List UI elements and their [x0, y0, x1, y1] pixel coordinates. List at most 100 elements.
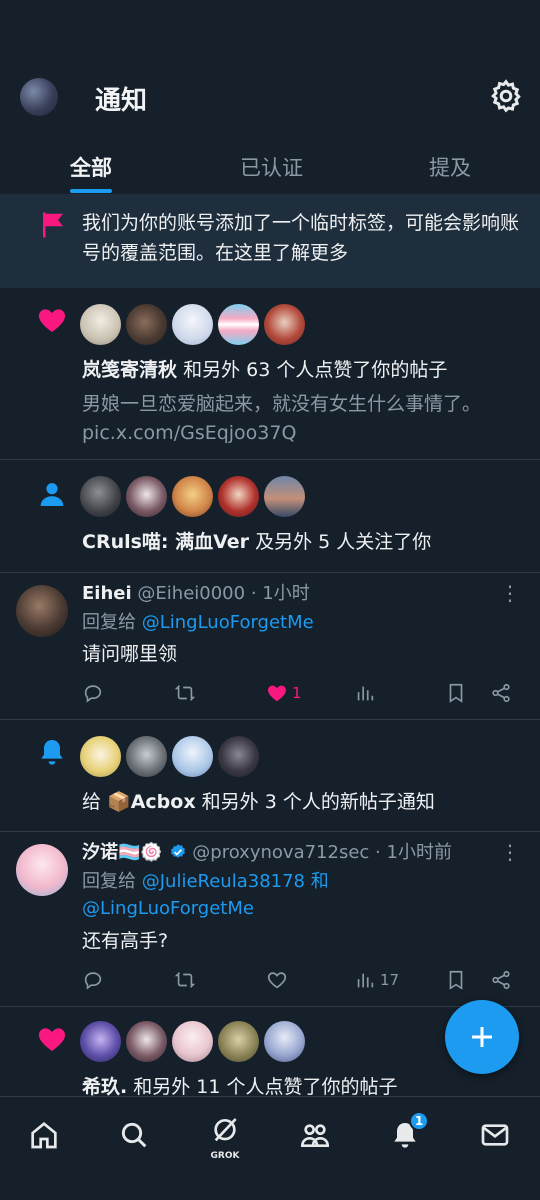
post-excerpt: 男娘一旦恋爱脑起来，就没有女生什么事情了。 — [82, 393, 482, 415]
user-name[interactable]: 岚笺寄清秋 — [82, 359, 177, 381]
share-button[interactable] — [490, 679, 512, 707]
profile-avatar[interactable] — [20, 78, 58, 116]
more-options-icon[interactable]: ⋮ — [500, 581, 520, 605]
flag-icon — [38, 210, 68, 240]
like-button[interactable]: 1 — [266, 679, 302, 707]
avatar[interactable] — [80, 736, 121, 777]
notification-text: 希玖. 和另外 11 个人点赞了你的帖子 — [82, 1073, 398, 1096]
post-link[interactable]: pic.x.com/GsEqjoo37Q — [82, 419, 296, 447]
handle[interactable]: @Eihei0000 — [137, 583, 245, 604]
tab-bar: 全部 已认证 提及 — [0, 140, 540, 194]
user-name[interactable]: 📦Acbox — [107, 791, 196, 813]
share-icon — [492, 683, 510, 703]
messages-icon[interactable] — [475, 1115, 515, 1155]
more-options-icon[interactable]: ⋮ — [500, 840, 520, 864]
avatar[interactable] — [16, 844, 68, 896]
tab-all[interactable]: 全部 — [70, 152, 112, 182]
avatar[interactable] — [172, 476, 213, 517]
avatar[interactable] — [80, 476, 121, 517]
reply-post[interactable]: 汐诺🏳️‍⚧️🍥 @proxynova712sec · 1小时前 ⋮ 回复给 @… — [0, 832, 540, 1006]
liker-avatars — [80, 304, 305, 345]
avatar[interactable] — [172, 1021, 213, 1062]
grok-label: GROK — [210, 1151, 240, 1161]
avatar[interactable] — [218, 304, 259, 345]
gear-icon[interactable] — [488, 78, 524, 114]
avatar[interactable] — [16, 585, 68, 637]
new-post-notification[interactable]: 给 📦Acbox 和另外 3 个人的新帖子通知 — [0, 720, 540, 831]
views-button[interactable] — [354, 679, 376, 707]
user-name[interactable]: 希玖. — [82, 1076, 127, 1096]
account-label-banner[interactable]: 我们为你的账号添加了一个临时标签，可能会影响账号的覆盖范围。在这里了解更多 — [0, 194, 540, 288]
post-actions: 17 — [82, 966, 522, 994]
views-button[interactable]: 17 — [354, 966, 399, 994]
reply-icon — [84, 685, 102, 703]
reply-context: 回复给 @LingLuoForgetMe — [82, 609, 314, 636]
avatar[interactable] — [218, 736, 259, 777]
avatar[interactable] — [126, 1021, 167, 1062]
person-icon — [36, 478, 68, 510]
reply-button[interactable] — [82, 966, 104, 994]
user-name[interactable]: CRuls喵: 满血Ver — [82, 531, 249, 553]
tab-indicator — [70, 189, 112, 193]
home-icon[interactable] — [24, 1115, 64, 1155]
avatar[interactable] — [172, 304, 213, 345]
avatar[interactable] — [126, 476, 167, 517]
heart-icon — [268, 685, 286, 702]
avatar[interactable] — [218, 1021, 259, 1062]
view-count: 17 — [380, 971, 400, 989]
like-button[interactable] — [266, 966, 288, 994]
repost-icon — [174, 972, 196, 988]
notifications-icon[interactable]: 1 — [385, 1111, 429, 1155]
compose-button[interactable] — [445, 1000, 519, 1074]
reply-icon — [84, 972, 102, 990]
avatar[interactable] — [80, 304, 121, 345]
avatar[interactable] — [126, 736, 167, 777]
communities-icon[interactable] — [295, 1115, 335, 1155]
banner-text: 我们为你的账号添加了一个临时标签，可能会影响账号的覆盖范围。在这里了解更多 — [82, 212, 520, 264]
avatar[interactable] — [126, 304, 167, 345]
mention-link[interactable]: @LingLuoForgetMe — [82, 898, 254, 919]
heart-outline-icon — [267, 972, 287, 989]
bell-icon — [36, 736, 68, 768]
avatar[interactable] — [264, 476, 305, 517]
bookmark-button[interactable] — [445, 966, 467, 994]
mention-link[interactable]: @JulieReula38178 和 — [142, 871, 329, 892]
share-button[interactable] — [490, 966, 512, 994]
repost-button[interactable] — [174, 966, 196, 994]
notification-badge: 1 — [409, 1111, 429, 1131]
reply-button[interactable] — [82, 679, 104, 707]
like-count: 1 — [292, 684, 302, 702]
tab-verified[interactable]: 已认证 — [240, 152, 303, 182]
action-text: 和另外 63 个人点赞了你的帖子 — [183, 359, 448, 381]
follow-notification[interactable]: CRuls喵: 满血Ver 及另外 5 人关注了你 — [0, 460, 540, 572]
bookmark-button[interactable] — [445, 679, 467, 707]
tab-mentions[interactable]: 提及 — [429, 152, 471, 182]
post-body: 还有高手? — [82, 930, 169, 952]
avatar[interactable] — [80, 1021, 121, 1062]
repost-button[interactable] — [174, 679, 196, 707]
handle[interactable]: @proxynova712sec — [192, 842, 369, 863]
repost-icon — [174, 685, 196, 701]
reply-prefix: 回复给 — [82, 612, 136, 633]
heart-icon — [36, 304, 68, 336]
timestamp: · 1小时前 — [375, 842, 452, 863]
notification-text: 给 📦Acbox 和另外 3 个人的新帖子通知 — [82, 788, 435, 816]
reply-post[interactable]: Eihei @Eihei0000 · 1小时 ⋮ 回复给 @LingLuoFor… — [0, 573, 540, 719]
avatar[interactable] — [218, 476, 259, 517]
post-header: Eihei @Eihei0000 · 1小时 — [82, 581, 310, 607]
page-title: 通知 — [95, 86, 148, 116]
avatar[interactable] — [264, 1021, 305, 1062]
prefix-text: 给 — [82, 791, 102, 813]
search-icon[interactable] — [114, 1115, 154, 1155]
views-icon — [357, 686, 374, 701]
views-icon — [357, 973, 374, 988]
grok-icon[interactable]: GROK — [205, 1115, 245, 1161]
heart-icon — [36, 1023, 68, 1055]
like-notification[interactable]: 岚笺寄清秋 和另外 63 个人点赞了你的帖子 男娘一旦恋爱脑起来，就没有女生什么… — [0, 288, 540, 460]
mention-link[interactable]: @LingLuoForgetMe — [142, 612, 314, 633]
post-body: 请问哪里领 — [82, 643, 178, 665]
display-name[interactable]: 汐诺🏳️‍⚧️🍥 — [82, 842, 163, 863]
avatar[interactable] — [172, 736, 213, 777]
display-name[interactable]: Eihei — [82, 583, 132, 604]
avatar[interactable] — [264, 304, 305, 345]
